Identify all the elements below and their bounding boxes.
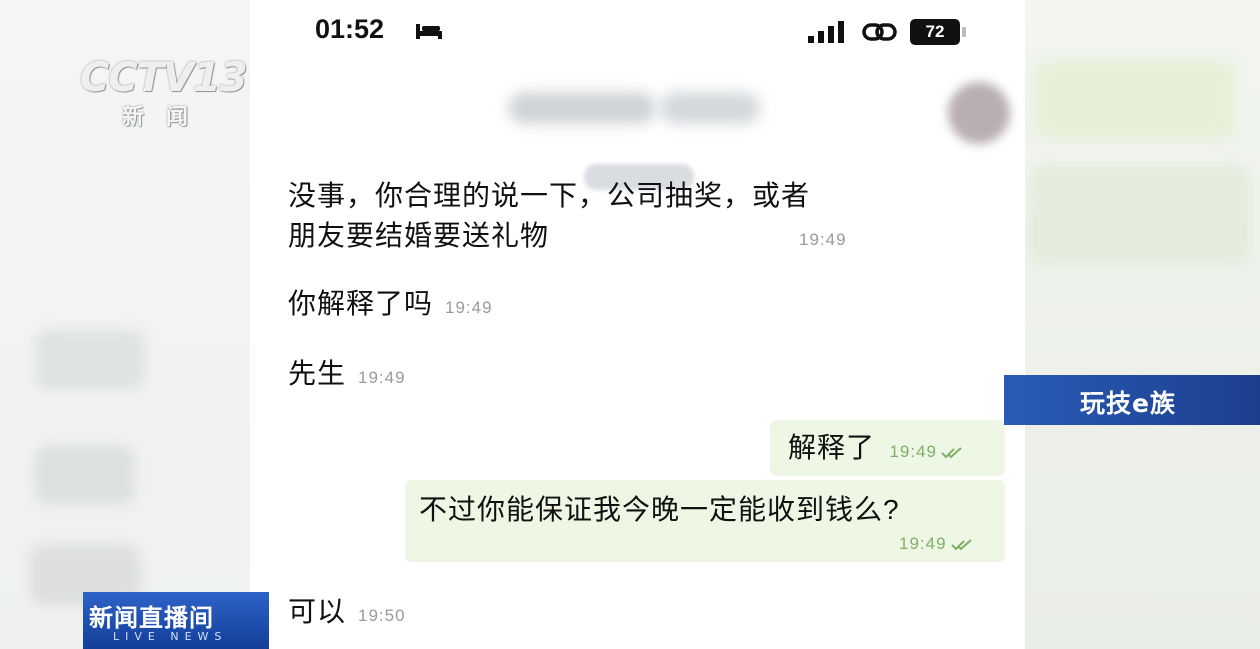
message-time: 19:49 xyxy=(899,534,947,553)
message-time: 19:50 xyxy=(358,606,406,625)
message-body: 解释了 19:49 xyxy=(788,428,963,468)
live-badge-title: 新闻直播间 xyxy=(89,604,214,632)
message-text-line: 没事，你合理的说一下，公司抽奖，或者 xyxy=(288,180,811,211)
blurred-item xyxy=(1035,60,1235,140)
phone-screen: 01:52 72 没事，你合理的说一下，公司抽奖，或者 朋友要结婚要送礼物 19… xyxy=(250,0,1025,649)
bed-icon xyxy=(416,24,442,39)
message-time: 19:49 xyxy=(889,442,938,461)
message-incoming[interactable]: 先生 19:49 xyxy=(288,354,406,394)
message-text: 你解释了吗 xyxy=(288,288,434,319)
blurred-item xyxy=(35,445,135,505)
contact-name-blurred xyxy=(508,92,656,124)
channel-logo: CCTV13 新闻 xyxy=(80,55,250,130)
link-icon xyxy=(862,23,897,41)
message-time: 19:49 xyxy=(445,298,493,317)
blurred-item xyxy=(1030,165,1250,265)
logo-sub-text: 新闻 xyxy=(122,105,211,130)
message-text: 先生 xyxy=(288,358,347,389)
battery-icon: 72 xyxy=(910,19,960,45)
blurred-background-right xyxy=(1025,0,1260,649)
double-check-icon xyxy=(951,539,972,551)
status-bar: 01:52 72 xyxy=(250,0,1025,66)
status-clock: 01:52 xyxy=(315,14,385,44)
message-incoming[interactable]: 你解释了吗 19:49 xyxy=(288,284,493,324)
signal-icon xyxy=(808,21,844,43)
battery-tip xyxy=(962,27,966,37)
blurred-item xyxy=(35,330,145,390)
program-badge: 玩技e族 xyxy=(1004,375,1260,425)
double-check-icon xyxy=(941,447,963,459)
message-text-line-2: 朋友要结婚要送礼物 xyxy=(288,220,550,251)
message-text: 解释了 xyxy=(788,432,876,463)
message-text: 可以 xyxy=(288,596,347,627)
message-incoming[interactable]: 没事，你合理的说一下，公司抽奖，或者 朋友要结婚要送礼物 19:49 xyxy=(288,176,928,260)
message-time: 19:49 xyxy=(799,230,847,249)
message-outgoing[interactable]: 不过你能保证我今晚一定能收到钱么? 19:49 xyxy=(405,480,1005,562)
contact-name-blurred xyxy=(660,92,760,124)
chat-header xyxy=(250,70,1025,150)
message-outgoing[interactable]: 解释了 19:49 xyxy=(770,420,1005,476)
avatar[interactable] xyxy=(948,82,1010,144)
live-news-badge: 新闻直播间 LIVE NEWS xyxy=(83,592,269,649)
program-badge-title: 玩技e族 xyxy=(1080,389,1176,418)
live-badge-subtitle: LIVE NEWS xyxy=(113,630,228,643)
message-body: 不过你能保证我今晚一定能收到钱么? xyxy=(419,490,900,530)
message-time: 19:49 xyxy=(358,368,406,387)
logo-main-text: CCTV13 xyxy=(80,55,248,101)
message-text: 不过你能保证我今晚一定能收到钱么? xyxy=(419,494,900,525)
message-text-line: 朋友要结婚要送礼物 19:49 xyxy=(288,216,928,260)
message-incoming[interactable]: 可以 19:50 xyxy=(288,592,406,632)
message-meta: 19:49 xyxy=(899,534,973,554)
battery-level: 72 xyxy=(925,22,945,41)
